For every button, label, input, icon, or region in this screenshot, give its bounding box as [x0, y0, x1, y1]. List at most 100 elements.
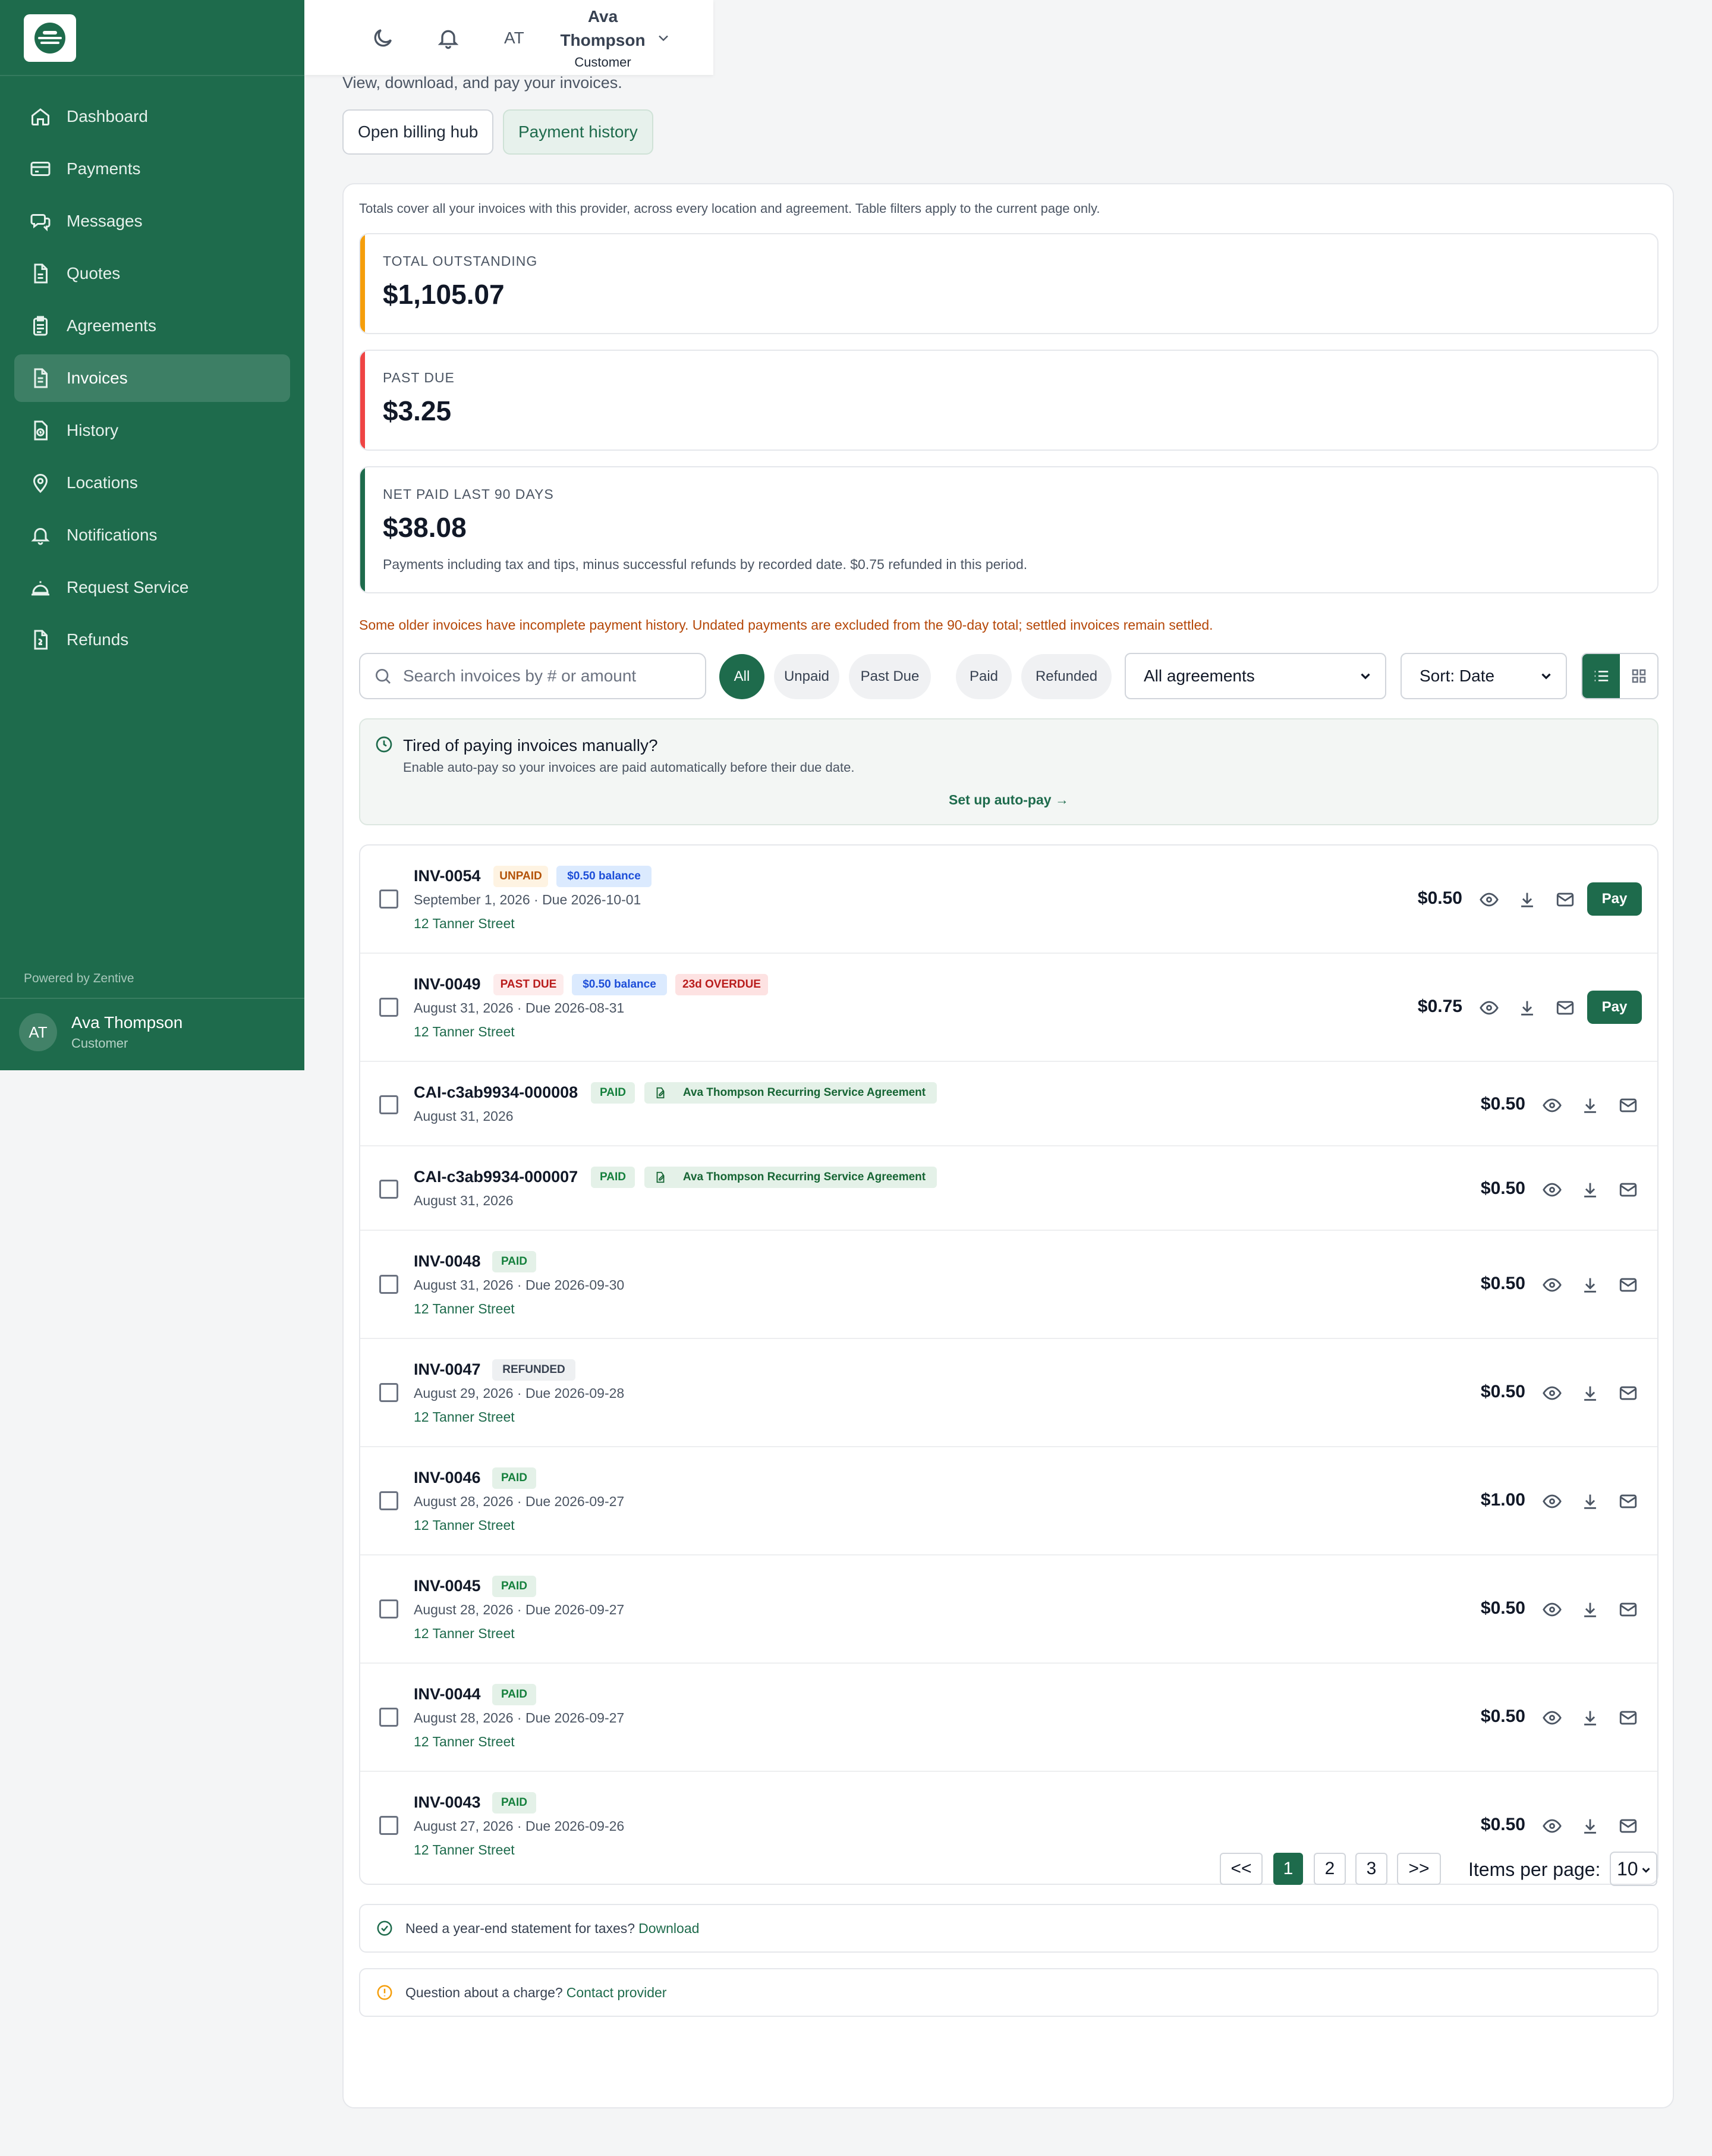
table-row[interactable]: INV-0045 PAID August 28, 2026 · Due 2026…: [360, 1555, 1657, 1664]
view-button[interactable]: [1479, 890, 1499, 910]
open-billing-hub-button[interactable]: Open billing hub: [342, 109, 494, 155]
sidebar-item-notifications[interactable]: Notifications: [14, 511, 290, 559]
sidebar-item-history[interactable]: History: [14, 407, 290, 454]
view-button[interactable]: [1479, 998, 1499, 1018]
email-button[interactable]: [1618, 1180, 1638, 1200]
email-button[interactable]: [1555, 998, 1575, 1018]
search-box[interactable]: [359, 653, 706, 699]
download-button[interactable]: [1517, 890, 1537, 910]
location-link[interactable]: 12 Tanner Street: [414, 1517, 515, 1533]
logo[interactable]: [24, 14, 76, 62]
sidebar-user[interactable]: AT Ava Thompson Customer: [19, 1013, 182, 1051]
last-page-button[interactable]: >>: [1397, 1853, 1441, 1885]
first-page-button[interactable]: <<: [1220, 1853, 1263, 1885]
dark-mode-toggle[interactable]: [371, 26, 395, 50]
download-button[interactable]: [1580, 1383, 1600, 1403]
invoice-number[interactable]: INV-0044: [414, 1685, 481, 1704]
table-row[interactable]: INV-0043 PAID August 27, 2026 · Due 2026…: [360, 1772, 1657, 1880]
invoice-number[interactable]: INV-0045: [414, 1577, 481, 1595]
location-link[interactable]: 12 Tanner Street: [414, 1409, 515, 1425]
chevron-down-icon[interactable]: [655, 30, 672, 46]
invoice-number[interactable]: CAI-c3ab9934-000008: [414, 1083, 578, 1102]
sidebar-item-locations[interactable]: Locations: [14, 459, 290, 507]
filter-chip-refunded[interactable]: Refunded: [1021, 654, 1112, 699]
page-button-1[interactable]: 1: [1273, 1853, 1303, 1885]
download-button[interactable]: [1580, 1275, 1600, 1295]
view-button[interactable]: [1542, 1599, 1562, 1620]
download-button[interactable]: [1517, 998, 1537, 1018]
row-checkbox[interactable]: [379, 1095, 398, 1114]
sort-select[interactable]: Sort: Date: [1401, 653, 1567, 699]
search-input[interactable]: [403, 667, 688, 686]
page-button-2[interactable]: 2: [1314, 1853, 1346, 1885]
download-button[interactable]: [1580, 1599, 1600, 1620]
view-button[interactable]: [1542, 1491, 1562, 1511]
agreement-select[interactable]: All agreements: [1125, 653, 1386, 699]
table-row[interactable]: INV-0046 PAID August 28, 2026 · Due 2026…: [360, 1447, 1657, 1555]
list-view-button[interactable]: [1582, 654, 1620, 698]
pay-button[interactable]: Pay: [1587, 991, 1642, 1024]
email-button[interactable]: [1618, 1599, 1638, 1620]
filter-chip-all[interactable]: All: [719, 654, 764, 699]
view-button[interactable]: [1542, 1816, 1562, 1836]
table-row[interactable]: INV-0047 REFUNDED August 29, 2026 · Due …: [360, 1339, 1657, 1447]
sidebar-item-messages[interactable]: Messages: [14, 197, 290, 245]
view-button[interactable]: [1542, 1275, 1562, 1295]
location-link[interactable]: 12 Tanner Street: [414, 1626, 515, 1642]
location-link[interactable]: 12 Tanner Street: [414, 916, 515, 932]
items-per-page-select[interactable]: 10: [1610, 1852, 1657, 1886]
row-checkbox[interactable]: [379, 1816, 398, 1835]
row-checkbox[interactable]: [379, 1708, 398, 1727]
email-button[interactable]: [1555, 890, 1575, 910]
invoice-number[interactable]: INV-0054: [414, 867, 481, 885]
sidebar-item-payments[interactable]: Payments: [14, 145, 290, 193]
row-checkbox[interactable]: [379, 998, 398, 1017]
invoice-number[interactable]: INV-0043: [414, 1793, 481, 1812]
email-button[interactable]: [1618, 1491, 1638, 1511]
row-checkbox[interactable]: [379, 890, 398, 909]
sidebar-item-request-service[interactable]: Request Service: [14, 564, 290, 611]
table-row[interactable]: CAI-c3ab9934-000007 PAID Ava Thompson Re…: [360, 1146, 1657, 1231]
download-button[interactable]: [1580, 1180, 1600, 1200]
table-row[interactable]: CAI-c3ab9934-000008 PAID Ava Thompson Re…: [360, 1062, 1657, 1146]
download-statement-link[interactable]: Download: [638, 1921, 699, 1937]
location-link[interactable]: 12 Tanner Street: [414, 1301, 515, 1317]
view-button[interactable]: [1542, 1708, 1562, 1728]
row-checkbox[interactable]: [379, 1383, 398, 1402]
table-row[interactable]: INV-0049 PAST DUE $0.50 balance 23d OVER…: [360, 954, 1657, 1062]
download-button[interactable]: [1580, 1491, 1600, 1511]
location-link[interactable]: 12 Tanner Street: [414, 1734, 515, 1750]
grid-view-button[interactable]: [1620, 654, 1657, 698]
table-row[interactable]: INV-0044 PAID August 28, 2026 · Due 2026…: [360, 1664, 1657, 1772]
invoice-number[interactable]: CAI-c3ab9934-000007: [414, 1168, 578, 1186]
email-button[interactable]: [1618, 1275, 1638, 1295]
agreement-badge[interactable]: Ava Thompson Recurring Service Agreement: [644, 1082, 937, 1104]
download-button[interactable]: [1580, 1708, 1600, 1728]
email-button[interactable]: [1618, 1095, 1638, 1115]
invoice-number[interactable]: INV-0046: [414, 1469, 481, 1487]
payment-history-button[interactable]: Payment history: [503, 109, 653, 155]
sidebar-item-quotes[interactable]: Quotes: [14, 250, 290, 297]
download-button[interactable]: [1580, 1095, 1600, 1115]
notifications-button[interactable]: [436, 26, 460, 50]
email-button[interactable]: [1618, 1383, 1638, 1403]
location-link[interactable]: 12 Tanner Street: [414, 1024, 515, 1040]
table-row[interactable]: INV-0054 UNPAID $0.50 balance September …: [360, 846, 1657, 954]
filter-chip-unpaid[interactable]: Unpaid: [774, 654, 839, 699]
sidebar-item-invoices[interactable]: Invoices: [14, 354, 290, 402]
setup-autopay-link[interactable]: Set up auto-pay →: [360, 792, 1657, 808]
view-button[interactable]: [1542, 1180, 1562, 1200]
pay-button[interactable]: Pay: [1587, 882, 1642, 916]
sidebar-item-refunds[interactable]: Refunds: [14, 616, 290, 664]
row-checkbox[interactable]: [379, 1491, 398, 1510]
filter-chip-past-due[interactable]: Past Due: [849, 654, 931, 699]
filter-chip-paid[interactable]: Paid: [956, 654, 1012, 699]
row-checkbox[interactable]: [379, 1599, 398, 1618]
location-link[interactable]: 12 Tanner Street: [414, 1842, 515, 1858]
sidebar-item-dashboard[interactable]: Dashboard: [14, 93, 290, 140]
table-row[interactable]: INV-0048 PAID August 31, 2026 · Due 2026…: [360, 1231, 1657, 1339]
user-initials[interactable]: AT: [504, 29, 524, 48]
agreement-badge[interactable]: Ava Thompson Recurring Service Agreement: [644, 1167, 937, 1188]
row-checkbox[interactable]: [379, 1275, 398, 1294]
view-button[interactable]: [1542, 1383, 1562, 1403]
